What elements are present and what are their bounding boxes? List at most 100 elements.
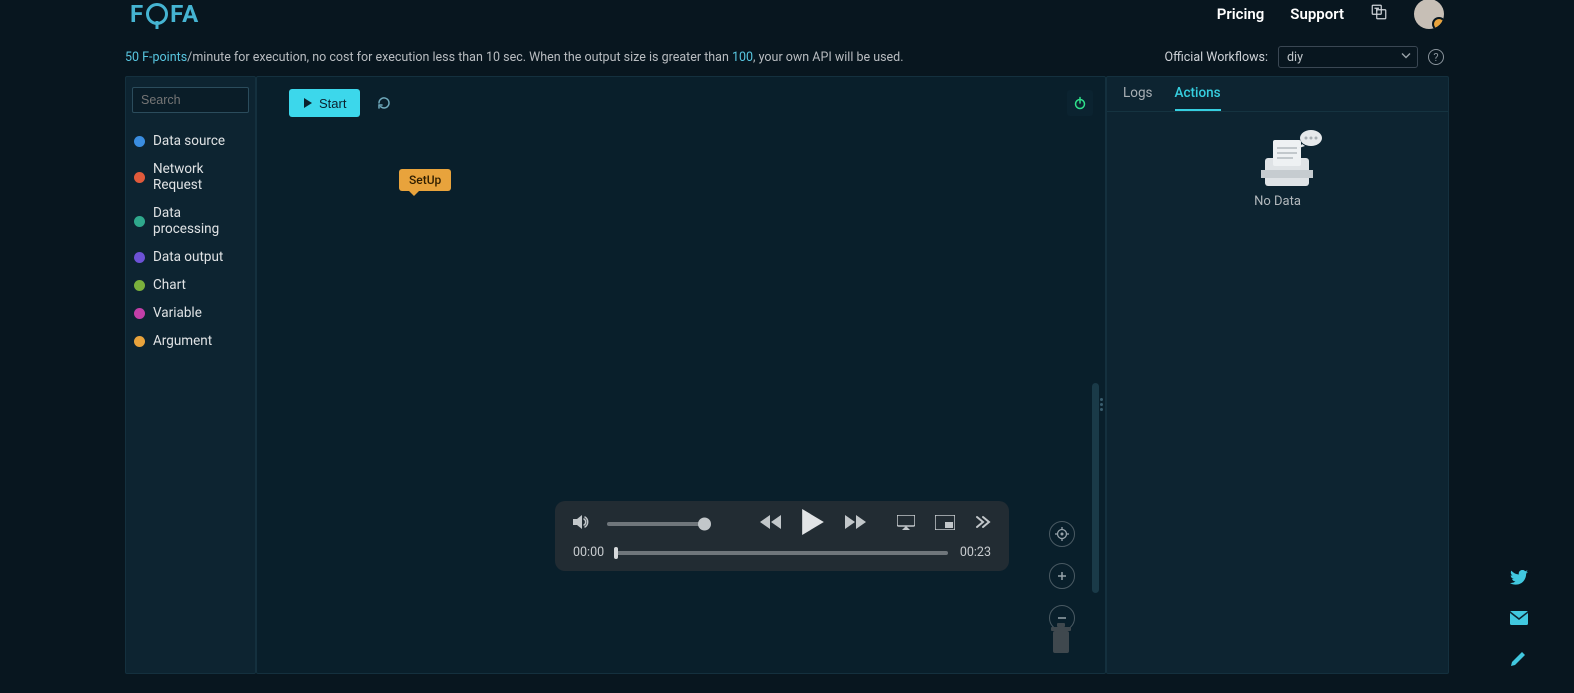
- chevrons-right-icon: [975, 515, 991, 529]
- logo-text-a: F: [130, 0, 144, 28]
- refresh-icon: [376, 95, 392, 111]
- info-threshold: 100: [732, 50, 753, 65]
- info-text-1: /minute for execution, no cost for execu…: [187, 50, 732, 65]
- inspector-panel: Logs Actions No Data: [1106, 76, 1449, 674]
- info-bar: 50 F-points/minute for execution, no cos…: [0, 28, 1574, 76]
- empty-text: No Data: [1254, 194, 1301, 209]
- mail-icon: [1510, 611, 1528, 625]
- panel-tabs: Logs Actions: [1107, 77, 1448, 112]
- pip-button[interactable]: [935, 515, 955, 534]
- help-icon[interactable]: ?: [1428, 49, 1444, 65]
- start-button[interactable]: Start: [289, 89, 360, 117]
- tab-actions[interactable]: Actions: [1175, 85, 1221, 111]
- fpoints-count: 50 F-points: [125, 50, 187, 65]
- twitter-icon: [1510, 570, 1528, 585]
- dot-icon: [134, 216, 145, 227]
- info-text-2: , your own API will be used.: [753, 50, 903, 65]
- dot-icon: [134, 336, 145, 347]
- video-current-time: 00:00: [573, 545, 604, 560]
- volume-icon: [573, 514, 591, 530]
- canvas-drag-handle[interactable]: [1100, 384, 1104, 424]
- seek-slider[interactable]: [616, 551, 948, 555]
- pencil-icon: [1510, 651, 1526, 667]
- sidebar: Data source Network Request Data process…: [125, 76, 256, 674]
- node-setup[interactable]: SetUp: [399, 169, 451, 191]
- seek-thumb[interactable]: [614, 547, 618, 559]
- locate-button[interactable]: [1049, 521, 1075, 547]
- empty-state: No Data: [1107, 126, 1448, 209]
- canvas-zoom-controls: [1049, 521, 1075, 631]
- refresh-button[interactable]: [376, 95, 392, 111]
- empty-illustration: [1243, 126, 1313, 186]
- canvas[interactable]: Start SetUp: [256, 76, 1106, 674]
- logo-text-b: FA: [170, 0, 199, 28]
- dot-icon: [134, 252, 145, 263]
- trash-icon: [1047, 623, 1075, 657]
- sidebar-item-label: Data processing: [153, 205, 247, 237]
- sidebar-item-label: Variable: [153, 305, 202, 321]
- logo[interactable]: F FA: [130, 0, 199, 28]
- dot-icon: [134, 172, 145, 183]
- pip-icon: [935, 515, 955, 530]
- edit-button[interactable]: [1510, 651, 1528, 671]
- workflow-select[interactable]: diy: [1278, 46, 1418, 68]
- plus-icon: [1056, 570, 1068, 582]
- airplay-button[interactable]: [897, 515, 915, 534]
- tab-logs[interactable]: Logs: [1123, 85, 1153, 111]
- airplay-icon: [897, 515, 915, 530]
- social-rail: [1510, 570, 1528, 671]
- sidebar-item-network-request[interactable]: Network Request: [132, 155, 249, 199]
- avatar[interactable]: [1414, 0, 1444, 29]
- sidebar-item-label: Chart: [153, 277, 186, 293]
- sidebar-item-label: Network Request: [153, 161, 247, 193]
- rewind-icon: [759, 514, 781, 530]
- sidebar-item-data-output[interactable]: Data output: [132, 243, 249, 271]
- nav-support[interactable]: Support: [1290, 5, 1344, 23]
- play-icon: [801, 509, 825, 535]
- power-button[interactable]: [1067, 90, 1093, 116]
- sidebar-item-label: Data source: [153, 133, 225, 149]
- language-icon[interactable]: [1370, 3, 1388, 25]
- dot-icon: [134, 280, 145, 291]
- video-duration: 00:23: [960, 545, 991, 560]
- workflow-selected-value: diy: [1287, 50, 1303, 65]
- sidebar-item-label: Argument: [153, 333, 212, 349]
- search-input[interactable]: [132, 87, 249, 113]
- play-button[interactable]: [801, 509, 825, 539]
- canvas-toolbar: Start: [289, 89, 1093, 117]
- logo-glyph: [146, 3, 168, 25]
- workflows-label: Official Workflows:: [1165, 50, 1269, 65]
- chevron-down-icon: [1401, 50, 1411, 65]
- top-bar: F FA Pricing Support: [0, 0, 1574, 28]
- play-icon: [303, 98, 313, 108]
- start-button-label: Start: [319, 96, 346, 111]
- crosshair-icon: [1055, 527, 1069, 541]
- twitter-button[interactable]: [1510, 570, 1528, 589]
- power-icon: [1073, 96, 1087, 110]
- fast-forward-icon: [845, 514, 867, 530]
- workflow-picker-area: Official Workflows: diy ?: [1165, 46, 1445, 68]
- canvas-scrollbar[interactable]: [1092, 383, 1099, 593]
- mail-button[interactable]: [1510, 611, 1528, 629]
- dot-icon: [134, 308, 145, 319]
- sidebar-item-data-processing[interactable]: Data processing: [132, 199, 249, 243]
- sidebar-item-label: Data output: [153, 249, 223, 265]
- volume-thumb[interactable]: [698, 518, 711, 531]
- sidebar-item-variable[interactable]: Variable: [132, 299, 249, 327]
- volume-slider[interactable]: [607, 522, 705, 526]
- dot-icon: [134, 136, 145, 147]
- sidebar-item-argument[interactable]: Argument: [132, 327, 249, 355]
- sidebar-item-data-source[interactable]: Data source: [132, 127, 249, 155]
- sidebar-item-chart[interactable]: Chart: [132, 271, 249, 299]
- expand-button[interactable]: [975, 515, 991, 533]
- rewind-button[interactable]: [759, 514, 781, 534]
- forward-button[interactable]: [845, 514, 867, 534]
- volume-button[interactable]: [573, 514, 591, 534]
- delete-button[interactable]: [1047, 623, 1075, 661]
- nav-right: Pricing Support: [1217, 0, 1444, 29]
- zoom-in-button[interactable]: [1049, 563, 1075, 589]
- category-list: Data source Network Request Data process…: [132, 127, 249, 355]
- pricing-info-text: 50 F-points/minute for execution, no cos…: [125, 50, 904, 65]
- video-controls: 00:00 00:23: [555, 501, 1009, 571]
- nav-pricing[interactable]: Pricing: [1217, 5, 1265, 23]
